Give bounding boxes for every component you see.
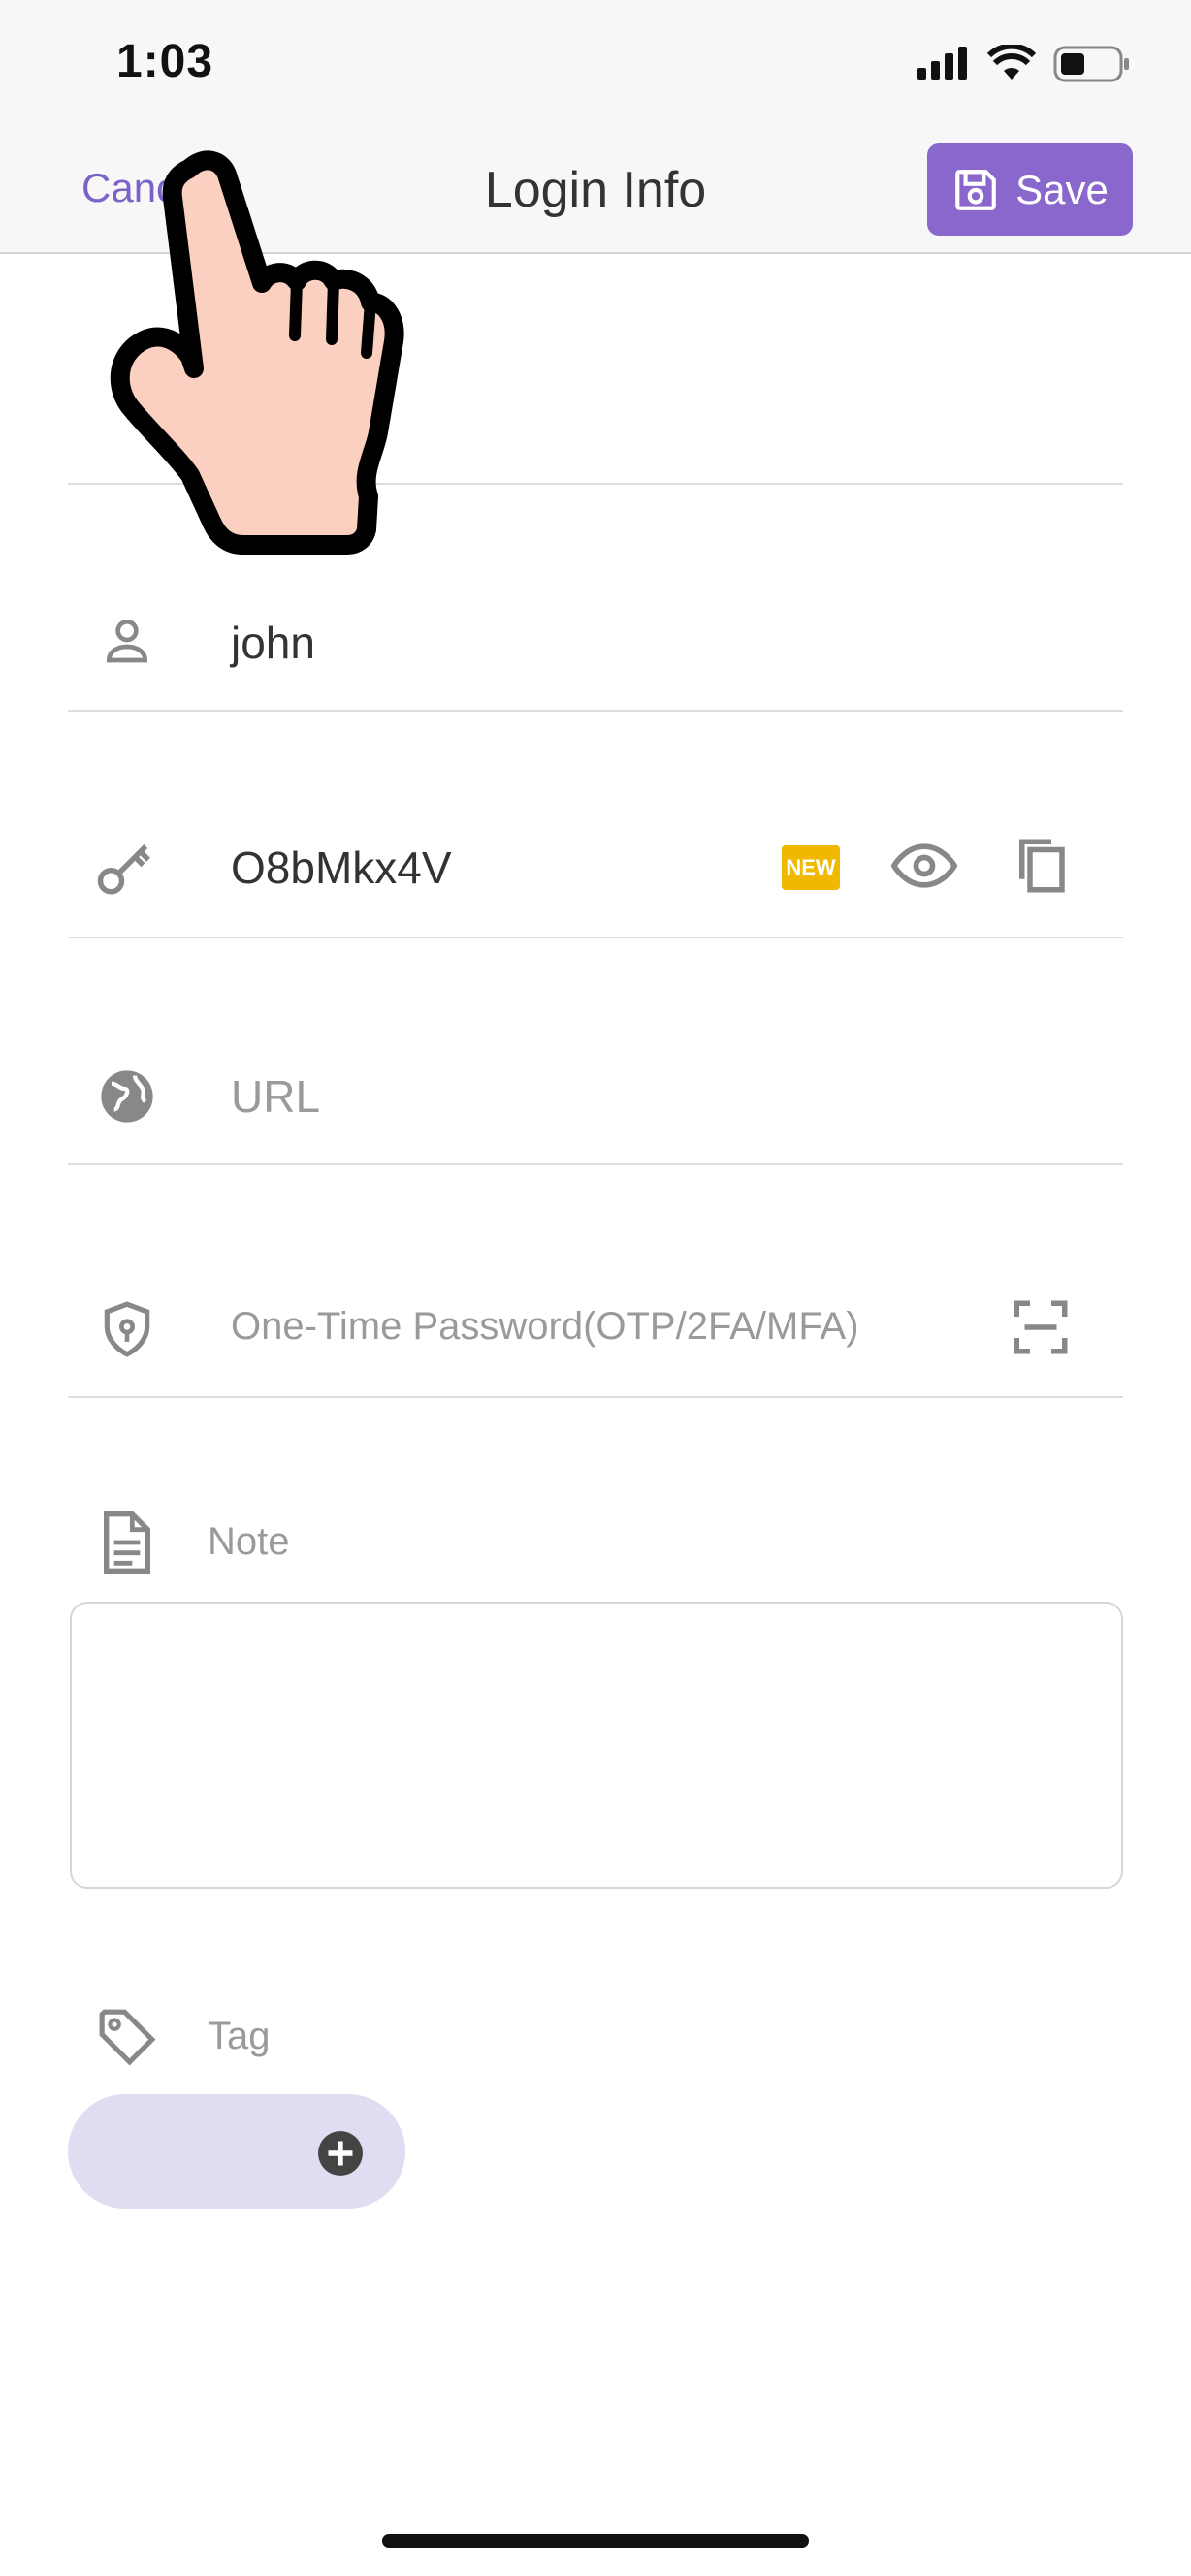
save-button-label: Save bbox=[1015, 166, 1109, 212]
note-textarea[interactable] bbox=[70, 1602, 1123, 1889]
shield-icon bbox=[93, 1295, 161, 1363]
battery-icon bbox=[1053, 46, 1129, 82]
home-indicator bbox=[382, 2534, 809, 2548]
status-time: 1:03 bbox=[116, 36, 214, 87]
otp-divider bbox=[68, 1396, 1123, 1398]
otp-input[interactable]: One-Time Password(OTP/2FA/MFA) bbox=[231, 1305, 859, 1349]
new-badge: NEW bbox=[782, 845, 840, 890]
key-icon bbox=[93, 834, 161, 902]
username-field[interactable]: john bbox=[231, 617, 315, 669]
copy-icon[interactable] bbox=[1007, 832, 1075, 900]
url-input[interactable]: URL bbox=[231, 1070, 320, 1123]
url-divider bbox=[68, 1163, 1123, 1165]
tag-label: Tag bbox=[208, 2015, 271, 2057]
password-divider bbox=[68, 937, 1123, 938]
add-circle-icon[interactable] bbox=[316, 2129, 365, 2182]
globe-icon bbox=[93, 1063, 161, 1130]
pointing-hand-icon bbox=[110, 150, 404, 555]
username-divider bbox=[68, 710, 1123, 712]
scan-icon[interactable] bbox=[1007, 1293, 1075, 1361]
tag-icon bbox=[93, 2003, 161, 2071]
floppy-disk-icon bbox=[955, 169, 996, 210]
document-icon bbox=[93, 1509, 161, 1576]
save-button[interactable]: Save bbox=[927, 143, 1133, 236]
password-field[interactable]: O8bMkx4V bbox=[231, 842, 452, 894]
cellular-signal-icon bbox=[917, 47, 967, 80]
user-icon bbox=[93, 606, 161, 674]
note-label: Note bbox=[208, 1520, 290, 1563]
wifi-icon bbox=[987, 45, 1036, 80]
eye-icon[interactable] bbox=[890, 832, 958, 900]
